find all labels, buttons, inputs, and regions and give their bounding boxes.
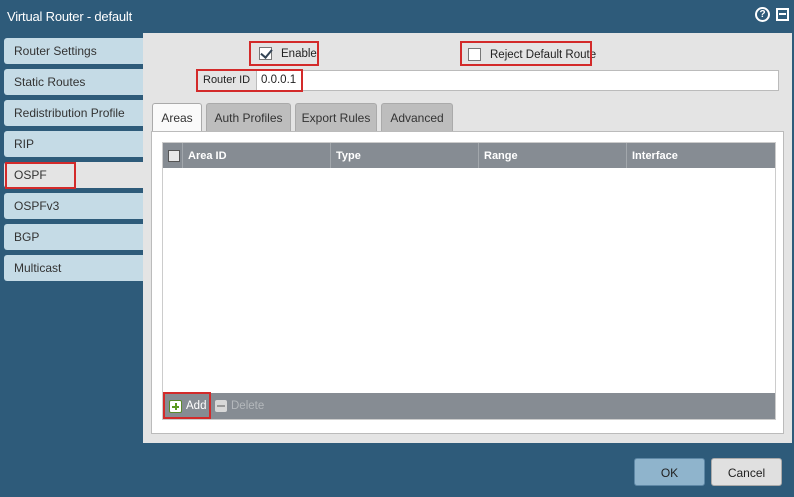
sidebar-item-ospfv3[interactable]: OSPFv3: [4, 193, 143, 219]
reject-default-route-highlight: [460, 41, 592, 66]
title-bar: Virtual Router - default ?: [0, 0, 794, 33]
ok-button[interactable]: OK: [634, 458, 705, 486]
cancel-button[interactable]: Cancel: [711, 458, 782, 486]
column-range[interactable]: Range: [479, 143, 627, 168]
areas-table: Area ID Type Range Interface Add Delete: [162, 142, 776, 420]
tab-advanced[interactable]: Advanced: [381, 103, 453, 131]
sidebar: Router Settings Static Routes Redistribu…: [0, 33, 143, 283]
delete-button-label: Delete: [231, 400, 265, 412]
column-type[interactable]: Type: [331, 143, 479, 168]
router-id-highlight: [196, 69, 303, 92]
sidebar-item-multicast[interactable]: Multicast: [4, 255, 143, 281]
enable-highlight: [249, 41, 319, 66]
tab-auth-profiles[interactable]: Auth Profiles: [206, 103, 291, 131]
sidebar-item-router-settings[interactable]: Router Settings: [4, 38, 143, 64]
minus-icon: [215, 400, 227, 412]
column-interface[interactable]: Interface: [627, 143, 775, 168]
tab-export-rules[interactable]: Export Rules: [295, 103, 377, 131]
window-title: Virtual Router - default: [7, 9, 133, 24]
sidebar-item-static-routes[interactable]: Static Routes: [4, 69, 143, 95]
areas-panel: Area ID Type Range Interface Add Delete: [151, 131, 784, 434]
tab-areas[interactable]: Areas: [152, 103, 202, 132]
ospf-highlight: [5, 162, 76, 189]
delete-button[interactable]: Delete: [215, 393, 264, 419]
sidebar-item-rip[interactable]: RIP: [4, 131, 143, 157]
main-panel: Enable Reject Default Route Router ID 0.…: [143, 33, 792, 443]
sidebar-item-redistribution-profile[interactable]: Redistribution Profile: [4, 100, 143, 126]
table-header: Area ID Type Range Interface: [163, 143, 775, 168]
select-all-checkbox[interactable]: [168, 150, 180, 162]
select-all-cell: [163, 143, 183, 168]
column-area-id[interactable]: Area ID: [183, 143, 331, 168]
router-id-input[interactable]: 0.0.0.1: [256, 70, 779, 91]
table-footer: Add Delete: [163, 393, 775, 419]
help-icon[interactable]: ?: [755, 7, 770, 22]
maximize-icon[interactable]: [776, 8, 789, 21]
add-highlight: [163, 392, 211, 419]
sidebar-item-bgp[interactable]: BGP: [4, 224, 143, 250]
